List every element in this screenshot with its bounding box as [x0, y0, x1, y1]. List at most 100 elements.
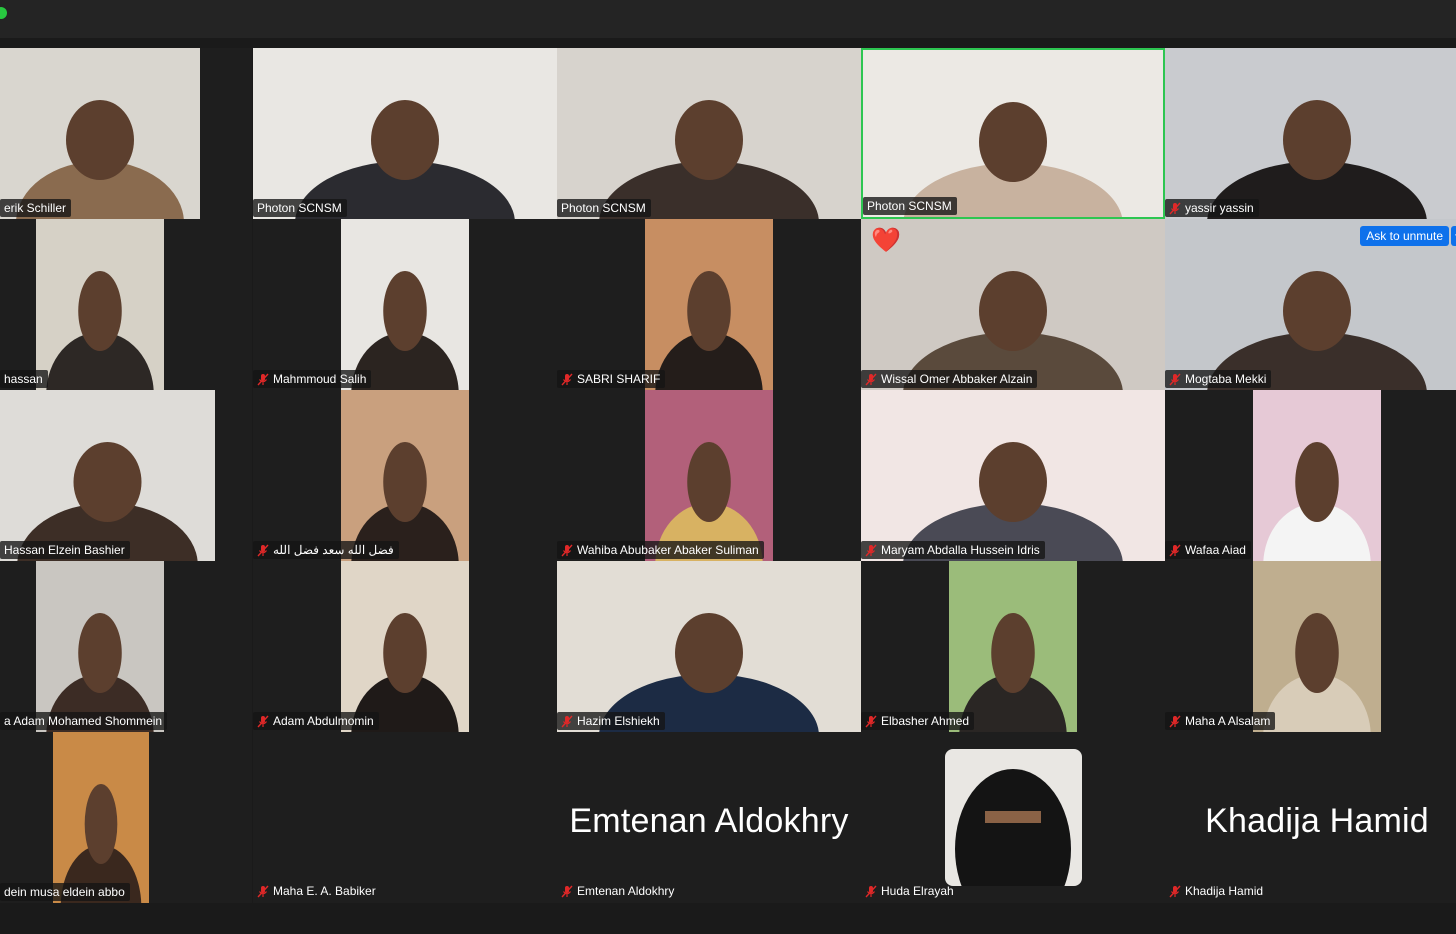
participant-tile[interactable]: dein musa eldein abbo	[0, 732, 252, 903]
participant-name-tag: Hazim Elshiekh	[557, 712, 665, 730]
muted-microphone-icon	[1169, 373, 1181, 386]
participant-name-tag: erik Schiller	[0, 199, 72, 217]
window-close-button[interactable]	[0, 7, 7, 19]
muted-microphone-icon	[561, 885, 573, 898]
participant-tile[interactable]: فضل الله سعد فضل الله	[253, 390, 557, 561]
participant-video	[645, 390, 773, 561]
participant-display-name: Khadija Hamid	[1205, 802, 1429, 840]
muted-microphone-icon	[257, 885, 269, 898]
participant-name-tag: dein musa eldein abbo	[0, 883, 130, 901]
participant-name: Photon SCNSM	[257, 201, 342, 215]
participant-name: Hassan Elzein Bashier	[4, 543, 125, 557]
participant-name-tag: Wafaa Aiad	[1165, 541, 1251, 559]
participant-name-tag: Photon SCNSM	[863, 197, 957, 215]
participant-name-tag: Hassan Elzein Bashier	[0, 541, 130, 559]
participant-tile[interactable]: Maha A Alsalam	[1165, 561, 1456, 732]
participant-tile[interactable]: SABRI SHARIF	[557, 219, 861, 390]
participant-video	[1253, 561, 1381, 732]
participant-tile[interactable]: Huda Elrayah	[861, 732, 1165, 903]
participant-video	[0, 390, 215, 561]
participant-video	[1253, 390, 1381, 561]
participant-video	[341, 390, 469, 561]
participant-name-tag: Elbasher Ahmed	[861, 712, 975, 730]
participant-name: Emtenan Aldokhry	[577, 884, 675, 898]
participant-tile[interactable]: Emtenan Aldokhry Emtenan Aldokhry	[557, 732, 861, 903]
muted-microphone-icon	[1169, 885, 1181, 898]
participant-name-tag: SABRI SHARIF	[557, 370, 666, 388]
muted-microphone-icon	[865, 373, 877, 386]
participant-video	[645, 219, 773, 390]
participant-video	[861, 390, 1165, 561]
participant-video	[341, 561, 469, 732]
participant-name: Wafaa Aiad	[1185, 543, 1246, 557]
participant-tile[interactable]: Maha E. A. Babiker	[253, 732, 557, 903]
muted-microphone-icon	[1169, 715, 1181, 728]
participant-tile[interactable]: erik Schiller	[0, 48, 252, 219]
participant-name: erik Schiller	[4, 201, 67, 215]
participant-name: Mogtaba Mekki	[1185, 372, 1267, 386]
participant-name-tag: hassan	[0, 370, 48, 388]
participant-name: Wissal Omer Abbaker Alzain	[881, 372, 1033, 386]
participant-name-tag: Khadija Hamid	[1165, 882, 1268, 900]
window-title-bar	[0, 0, 1456, 38]
participant-video	[1165, 48, 1456, 219]
muted-microphone-icon	[257, 544, 269, 557]
participant-video	[36, 219, 164, 390]
participant-tile[interactable]: Hassan Elzein Bashier	[0, 390, 252, 561]
participant-tile[interactable]: hassan	[0, 219, 252, 390]
participant-name: Khadija Hamid	[1185, 884, 1264, 898]
participant-name-tag: yassir yassin	[1165, 199, 1259, 217]
participant-video	[863, 50, 1163, 217]
participant-name: a Adam Mohamed Shommein	[4, 714, 163, 728]
participant-tile[interactable]: Elbasher Ahmed	[861, 561, 1165, 732]
muted-microphone-icon	[561, 544, 573, 557]
participant-name: dein musa eldein abbo	[4, 885, 125, 899]
participant-name: Mahmmoud Salih	[273, 372, 367, 386]
participant-name-tag: Maha E. A. Babiker	[253, 882, 381, 900]
video-gallery: erik Schiller Photon SCNSM Photon SCNSM Pho…	[0, 48, 1456, 903]
muted-microphone-icon	[865, 544, 877, 557]
ask-to-unmute-button[interactable]: Ask to unmute	[1360, 226, 1449, 246]
participant-name: Huda Elrayah	[881, 884, 954, 898]
participant-name: فضل الله سعد فضل الله	[273, 543, 394, 557]
participant-name-tag: Emtenan Aldokhry	[557, 882, 679, 900]
participant-tile[interactable]: Hazim Elshiekh	[557, 561, 861, 732]
participant-tile[interactable]: ❤️ Wissal Omer Abbaker Alzain	[861, 219, 1165, 390]
participant-tile[interactable]: Wahiba Abubaker Abaker Suliman	[557, 390, 861, 561]
participant-name: SABRI SHARIF	[577, 372, 661, 386]
participant-name: Photon SCNSM	[867, 199, 952, 213]
participant-tile[interactable]: Photon SCNSM	[253, 48, 557, 219]
avatar	[945, 749, 1082, 886]
muted-microphone-icon	[1169, 202, 1181, 215]
muted-microphone-icon	[865, 715, 877, 728]
muted-microphone-icon	[561, 373, 573, 386]
participant-name-tag: Photon SCNSM	[557, 199, 651, 217]
participant-name: Elbasher Ahmed	[881, 714, 970, 728]
participant-tile[interactable]: Ask to unmute··· Mogtaba Mekki	[1165, 219, 1456, 390]
more-options-button[interactable]: ···	[1451, 226, 1456, 246]
participant-tile[interactable]: Adam Abdulmomin	[253, 561, 557, 732]
muted-microphone-icon	[257, 373, 269, 386]
participant-name-tag: a Adam Mohamed Shommein	[0, 712, 168, 730]
participant-name-tag: Maryam Abdalla Hussein Idris	[861, 541, 1045, 559]
participant-name: Maryam Abdalla Hussein Idris	[881, 543, 1040, 557]
muted-microphone-icon	[865, 885, 877, 898]
participant-name-tag: Mahmmoud Salih	[253, 370, 372, 388]
participant-name: Maha A Alsalam	[1185, 714, 1271, 728]
participant-name: Photon SCNSM	[561, 201, 646, 215]
participant-tile[interactable]: Mahmmoud Salih	[253, 219, 557, 390]
participant-tile[interactable]: Photon SCNSM	[861, 48, 1165, 219]
participant-tile[interactable]: Maryam Abdalla Hussein Idris	[861, 390, 1165, 561]
participant-tile[interactable]: Khadija Hamid Khadija Hamid	[1165, 732, 1456, 903]
participant-name: Wahiba Abubaker Abaker Suliman	[577, 543, 759, 557]
muted-microphone-icon	[257, 715, 269, 728]
participant-video	[557, 48, 861, 219]
participant-tile[interactable]: Photon SCNSM	[557, 48, 861, 219]
participant-video	[557, 561, 861, 732]
participant-name-tag: فضل الله سعد فضل الله	[253, 541, 399, 559]
participant-name: Adam Abdulmomin	[273, 714, 374, 728]
participant-tile[interactable]: a Adam Mohamed Shommein	[0, 561, 252, 732]
participant-name-tag: Wissal Omer Abbaker Alzain	[861, 370, 1038, 388]
participant-tile[interactable]: yassir yassin	[1165, 48, 1456, 219]
participant-tile[interactable]: Wafaa Aiad	[1165, 390, 1456, 561]
